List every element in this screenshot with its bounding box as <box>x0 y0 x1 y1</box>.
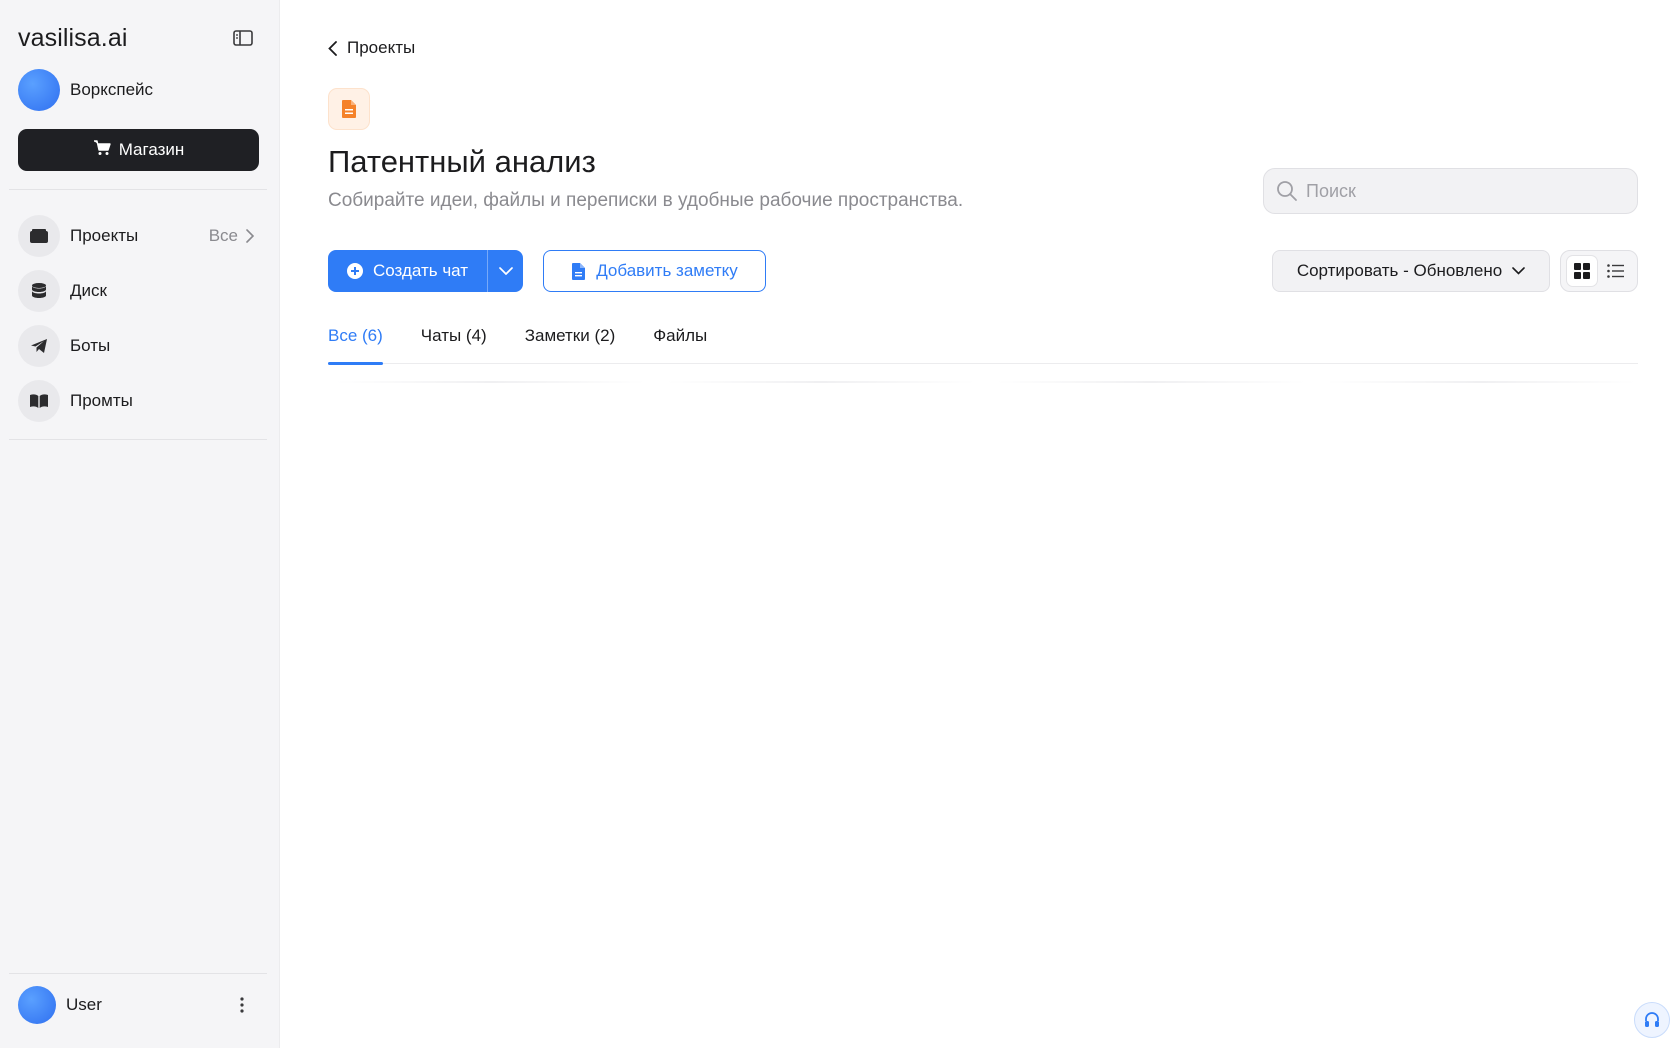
card-placeholder <box>1326 381 1636 383</box>
sidebar-item-projects[interactable]: Проекты Все <box>18 210 262 262</box>
chevron-down-icon <box>1512 267 1525 275</box>
shop-button[interactable]: Магазин <box>18 129 259 171</box>
projects-all-link[interactable]: Все <box>209 226 254 246</box>
content-tabs: Все (6) Чаты (4) Заметки (2) Файлы <box>328 318 1638 365</box>
tab-files[interactable]: Файлы <box>653 318 707 364</box>
search-box <box>1263 168 1638 214</box>
chevron-down-icon <box>498 267 513 275</box>
note-icon <box>572 262 586 280</box>
folder-icon <box>18 215 60 257</box>
back-to-projects-link[interactable]: Проекты <box>328 38 415 58</box>
projects-all-label: Все <box>208 226 238 245</box>
tab-notes[interactable]: Заметки (2) <box>525 318 616 364</box>
workspace-switcher[interactable]: Воркспейс <box>18 69 153 111</box>
create-chat-group: Создать чат <box>328 250 524 292</box>
telegram-icon <box>18 325 60 367</box>
tab-all[interactable]: Все (6) <box>328 318 383 365</box>
brand-logo: vasilisa.ai <box>18 23 128 52</box>
chevron-left-icon <box>328 40 337 56</box>
plus-circle-icon <box>347 263 363 279</box>
sidebar-divider <box>9 439 267 440</box>
search-input[interactable] <box>1306 180 1606 202</box>
add-note-label: Добавить заметку <box>596 261 738 280</box>
shop-button-label: Магазин <box>118 140 185 159</box>
page-subtitle: Собирайте идеи, файлы и переписки в удоб… <box>328 190 964 211</box>
grid-view-icon[interactable] <box>1567 256 1597 286</box>
user-menu[interactable]: User <box>18 986 262 1024</box>
support-headset-icon[interactable] <box>1634 1002 1670 1038</box>
cart-icon <box>93 139 111 161</box>
list-view-icon[interactable] <box>1601 256 1631 286</box>
sidebar-nav: Проекты Все Диск Боты Промты <box>18 210 262 427</box>
sidebar-item-label: Промты <box>70 391 133 410</box>
book-icon <box>18 380 60 422</box>
sidebar-divider <box>9 189 267 190</box>
create-chat-dropdown[interactable] <box>487 250 523 292</box>
search-icon <box>1277 181 1297 201</box>
sidebar-toggle-icon[interactable] <box>228 23 258 53</box>
user-avatar <box>18 986 56 1024</box>
sort-label: Сортировать - Обновлено <box>1296 261 1503 280</box>
add-note-button[interactable]: Добавить заметку <box>543 250 766 292</box>
sidebar-item-disk[interactable]: Диск <box>18 265 262 317</box>
sidebar-item-label: Проекты <box>70 226 139 245</box>
tab-chats[interactable]: Чаты (4) <box>421 318 487 364</box>
card-placeholder <box>336 381 646 383</box>
sidebar-divider <box>9 973 267 974</box>
more-options-icon[interactable] <box>230 990 254 1020</box>
main-content: Проекты Патентный анализ Собирайте идеи,… <box>280 0 1680 1048</box>
view-toggle <box>1560 250 1638 292</box>
create-chat-label: Создать чат <box>373 261 469 280</box>
document-icon <box>328 88 370 130</box>
card-placeholder <box>666 381 976 383</box>
user-name: User <box>66 995 102 1014</box>
create-chat-button[interactable]: Создать чат <box>328 250 487 292</box>
back-link-label: Проекты <box>347 38 416 57</box>
sidebar: vasilisa.ai Воркспейс Магазин Проекты Вс… <box>0 0 280 1048</box>
workspace-label: Воркспейс <box>70 80 154 99</box>
cards-loading-area <box>336 381 1636 385</box>
sort-dropdown[interactable]: Сортировать - Обновлено <box>1272 250 1550 292</box>
page-title: Патентный анализ <box>328 144 596 179</box>
card-placeholder <box>996 381 1306 383</box>
sidebar-item-bots[interactable]: Боты <box>18 320 262 372</box>
chevron-right-icon <box>246 229 254 243</box>
sidebar-item-label: Боты <box>70 336 111 355</box>
sidebar-item-label: Диск <box>70 281 107 300</box>
workspace-avatar <box>18 69 60 111</box>
sidebar-item-prompts[interactable]: Промты <box>18 375 262 427</box>
brand-row: vasilisa.ai <box>18 20 258 56</box>
database-icon <box>18 270 60 312</box>
